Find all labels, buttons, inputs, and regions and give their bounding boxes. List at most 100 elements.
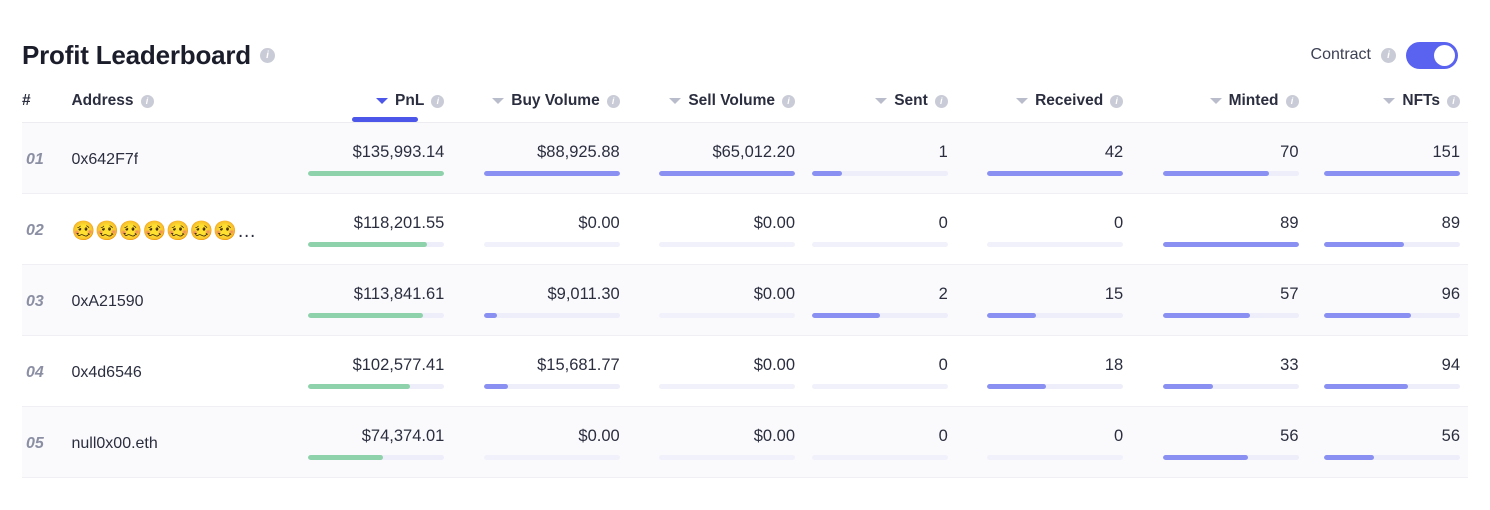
cell-received: 42 <box>955 122 1132 194</box>
column-info-icon[interactable]: i <box>1285 94 1299 108</box>
table-row[interactable]: 05 null0x00.eth $74,374.01 $0.00 $0.00 0 0 56 56 <box>22 406 1468 478</box>
nfts-bar-track <box>1324 171 1460 177</box>
minted-cell: 89 <box>1131 194 1306 264</box>
sell-value: $0.00 <box>753 284 796 303</box>
column-header-label: Buy Volume <box>511 92 600 109</box>
table-row[interactable]: 02 🥴🥴🥴🥴🥴🥴🥴… $118,201.55 $0.00 $0.00 0 0 89 89 <box>22 193 1468 265</box>
column-info-icon[interactable]: i <box>431 94 445 108</box>
pnl-bar-fill <box>308 242 427 248</box>
pnl-value: $102,577.41 <box>352 355 445 374</box>
received-value: 42 <box>1104 142 1124 161</box>
table-header: # Address i PnL i Buy Volume i Sell Volume i Sent… <box>22 92 1468 123</box>
column-info-icon[interactable]: i <box>1110 94 1124 108</box>
column-header-label: Sent <box>894 92 928 109</box>
column-info-icon[interactable]: i <box>140 94 154 108</box>
column-header-pnl[interactable]: PnL i <box>282 92 452 123</box>
column-header-buy[interactable]: Buy Volume i <box>452 92 627 123</box>
pnl-value: $118,201.55 <box>353 213 445 232</box>
column-header-inner: Buy Volume i <box>452 92 620 110</box>
column-header-label: Minted <box>1228 92 1279 109</box>
cell-sell: $0.00 <box>627 406 804 478</box>
nfts-value: 89 <box>1441 213 1460 232</box>
address-value[interactable]: 0x4d6546 <box>71 364 141 382</box>
nfts-cell: 96 <box>1307 265 1468 335</box>
nfts-bar-fill <box>1324 242 1405 248</box>
profit-leaderboard-panel: Profit Leaderboard i Contract i # Address… <box>0 0 1490 510</box>
column-header-label: Sell Volume <box>688 92 776 109</box>
sell-value: $0.00 <box>753 213 796 232</box>
title-info-icon[interactable]: i <box>260 47 275 63</box>
pnl-bar-track <box>308 171 445 177</box>
received-bar-track <box>987 455 1124 461</box>
column-header-nfts[interactable]: NFTs i <box>1307 92 1468 123</box>
buy-value: $15,681.77 <box>537 355 620 374</box>
contract-info-icon[interactable]: i <box>1381 47 1396 63</box>
buy-bar-track <box>483 171 620 177</box>
column-info-icon[interactable]: i <box>606 94 620 108</box>
column-info-icon[interactable]: i <box>1447 94 1460 108</box>
table-row[interactable]: 03 0xA21590 $113,841.61 $9,011.30 $0.00 2 15 57… <box>22 264 1468 336</box>
column-header-sent[interactable]: Sent i <box>803 92 956 123</box>
sort-caret-down-icon[interactable] <box>376 98 389 104</box>
cell-minted: 33 <box>1131 335 1307 407</box>
minted-bar-track <box>1162 313 1299 319</box>
sent-value: 0 <box>938 355 948 374</box>
sort-caret-down-icon[interactable] <box>1209 98 1222 104</box>
pnl-value: $74,374.01 <box>361 426 445 445</box>
cell-pnl: $135,993.14 <box>282 122 453 194</box>
rank-value: 04 <box>26 364 44 381</box>
sell-cell: $65,012.20 <box>628 123 803 193</box>
sent-value: 1 <box>938 142 948 161</box>
column-header-inner: Sell Volume i <box>628 92 796 110</box>
address-value[interactable]: 🥴🥴🥴🥴🥴🥴🥴… <box>71 219 256 243</box>
address-value[interactable]: 0xA21590 <box>71 293 143 311</box>
cell-sent: 2 <box>803 264 956 336</box>
pnl-bar-track <box>308 242 445 248</box>
cell-minted: 56 <box>1131 406 1307 478</box>
sent-cell: 1 <box>803 123 956 193</box>
pnl-bar-track <box>308 384 445 390</box>
received-value: 0 <box>1113 426 1124 445</box>
column-info-icon[interactable]: i <box>782 94 796 108</box>
nfts-cell: 56 <box>1307 407 1468 477</box>
cell-rank: 05 <box>22 406 72 478</box>
contract-toggle[interactable] <box>1406 41 1458 69</box>
sent-cell: 0 <box>803 194 956 264</box>
sort-caret-down-icon[interactable] <box>1016 98 1029 104</box>
received-value: 18 <box>1104 355 1124 374</box>
buy-bar-fill <box>483 384 509 390</box>
minted-bar-fill <box>1162 171 1269 177</box>
cell-nfts: 94 <box>1306 335 1468 407</box>
sort-caret-down-icon[interactable] <box>492 98 505 104</box>
received-cell: 42 <box>956 123 1131 193</box>
column-header-minted[interactable]: Minted i <box>1131 92 1306 123</box>
nfts-cell: 89 <box>1307 194 1468 264</box>
table-row[interactable]: 01 0x642F7f $135,993.14 $88,925.88 $65,012.2… <box>22 122 1468 194</box>
received-bar-track <box>987 384 1124 390</box>
minted-bar-track <box>1162 455 1299 461</box>
received-bar-track <box>987 242 1124 248</box>
column-info-icon[interactable]: i <box>934 94 948 108</box>
column-header-label: PnL <box>395 92 425 109</box>
table-row[interactable]: 04 0x4d6546 $102,577.41 $15,681.77 $0.00 0 18 3… <box>22 335 1468 407</box>
address-value[interactable]: null0x00.eth <box>71 435 157 453</box>
sort-caret-down-icon[interactable] <box>875 98 888 104</box>
column-header-inner: Address i <box>71 92 282 110</box>
buy-value: $88,925.88 <box>537 142 620 161</box>
cell-buy: $0.00 <box>452 406 628 478</box>
cell-buy: $88,925.88 <box>452 122 628 194</box>
cell-pnl: $113,841.61 <box>282 264 453 336</box>
minted-bar-track <box>1162 384 1299 390</box>
sort-caret-down-icon[interactable] <box>669 98 682 104</box>
received-cell: 0 <box>956 194 1131 264</box>
column-header-received[interactable]: Received i <box>956 92 1131 123</box>
address-value[interactable]: 0x642F7f <box>71 151 138 169</box>
sort-caret-down-icon[interactable] <box>1383 98 1396 104</box>
minted-bar-track <box>1162 242 1299 248</box>
minted-value: 89 <box>1280 213 1299 232</box>
column-header-label: Address <box>71 92 134 109</box>
pnl-cell: $113,841.61 <box>282 265 452 335</box>
header-row: # Address i PnL i Buy Volume i Sell Volume i Sent… <box>22 92 1468 123</box>
sell-bar-track <box>659 171 796 177</box>
column-header-sell[interactable]: Sell Volume i <box>628 92 803 123</box>
